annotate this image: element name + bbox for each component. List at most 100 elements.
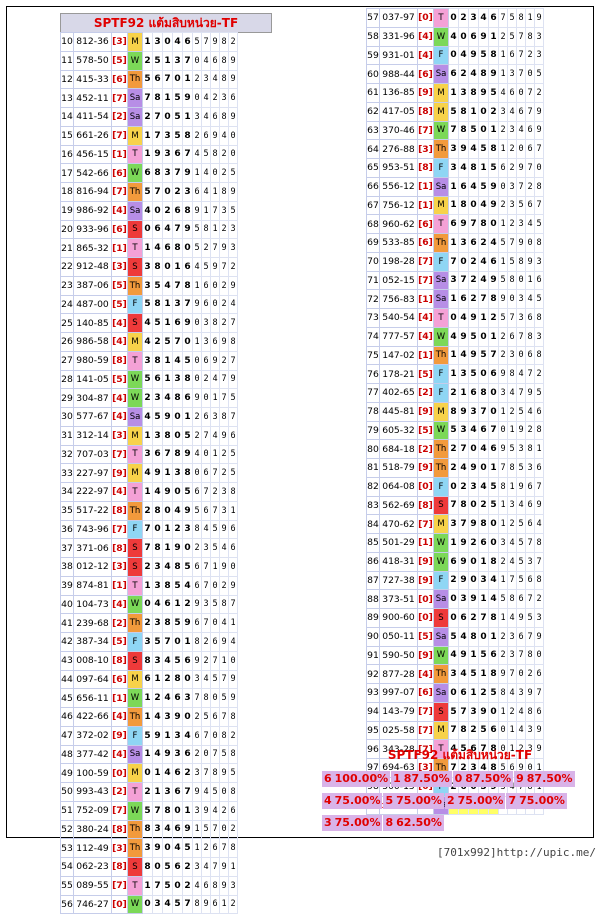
result-number: 743-96 — [73, 519, 112, 540]
stat-digit: 3 — [324, 816, 332, 829]
sequence-digit: 3 — [192, 763, 202, 783]
sequence-digit: 3 — [152, 557, 163, 577]
stat-item: 9 87.50% — [514, 771, 575, 787]
day-badge: W — [433, 420, 449, 441]
day-badge: F — [433, 158, 449, 178]
stat-digit: 0 — [454, 772, 463, 785]
sequence-digit: 7 — [219, 369, 229, 390]
table-row: 30 577-67 [4] Sa 4 5 9 0 1 2 6 3 8 7 — [60, 407, 238, 427]
row-number: 75 — [366, 345, 380, 366]
sequence-digit: 9 — [210, 125, 220, 146]
sequence-digit: 2 — [468, 270, 479, 291]
sequence-digit: 2 — [142, 500, 153, 521]
sequence-digit: 8 — [182, 463, 193, 483]
bracket-digit: [2] — [417, 383, 434, 403]
sequence-digit: 3 — [192, 800, 202, 821]
bracket-digit: [9] — [417, 645, 434, 666]
bracket-digit: [1] — [111, 575, 128, 596]
row-number: 24 — [60, 294, 74, 315]
table-row: 22 912-48 [3] S 3 8 0 1 6 4 5 9 7 2 — [60, 257, 238, 277]
table-row: 56 746-27 [0] W 0 3 4 5 7 8 9 6 1 2 — [60, 894, 238, 914]
sequence-digit: 5 — [498, 589, 508, 609]
sequence-digit: 7 — [182, 782, 193, 802]
sequence-digit: 6 — [172, 144, 183, 165]
sequence-digit: 2 — [142, 388, 153, 408]
stat-percent: 87.50% — [465, 772, 512, 785]
day-badge: W — [433, 551, 449, 572]
sequence-digit: 3 — [534, 608, 544, 628]
day-badge: F — [433, 364, 449, 384]
table-row: 54 062-23 [8] S 8 0 5 6 2 3 4 7 9 1 — [60, 857, 238, 877]
day-badge: Sa — [433, 683, 449, 703]
sequence-digit: 4 — [478, 251, 489, 272]
day-badge: Sa — [433, 589, 449, 609]
sequence-digit: 0 — [182, 332, 193, 352]
day-badge: W — [433, 26, 449, 47]
sequence-digit: 9 — [468, 45, 479, 66]
bracket-digit: [1] — [111, 238, 128, 258]
sequence-digit: 7 — [458, 439, 469, 459]
sequence-digit: 9 — [219, 557, 229, 577]
sequence-digit: 4 — [142, 463, 153, 483]
sequence-digit: 1 — [448, 233, 459, 253]
sequence-digit: 8 — [172, 557, 183, 577]
sequence-digit: 5 — [210, 538, 220, 558]
sequence-digit: 7 — [516, 645, 526, 666]
sequence-digit: 2 — [210, 482, 220, 502]
sequence-digit: 9 — [192, 594, 202, 615]
sequence-digit: 7 — [182, 894, 193, 914]
sequence-digit: 8 — [201, 219, 211, 240]
sequence-digit: 1 — [228, 857, 238, 877]
sequence-digit: 3 — [507, 626, 517, 647]
sequence-digit: 8 — [468, 83, 479, 103]
sequence-digit: 9 — [488, 195, 499, 216]
sequence-digit: 7 — [172, 332, 183, 352]
sequence-digit: 3 — [516, 308, 526, 328]
bracket-digit: [7] — [417, 270, 434, 291]
stat-item: 2 75.00% — [444, 793, 506, 809]
bracket-digit: [5] — [111, 294, 128, 315]
row-number: 38 — [60, 557, 74, 577]
sequence-digit: 8 — [228, 744, 238, 765]
bracket-digit: [7] — [111, 800, 128, 821]
sequence-digit: 4 — [192, 444, 202, 465]
sequence-digit: 9 — [219, 238, 229, 258]
sequence-digit: 7 — [498, 8, 508, 28]
sequence-digit: 7 — [525, 626, 535, 647]
sequence-digit: 9 — [478, 83, 489, 103]
sequence-digit: 0 — [525, 233, 535, 253]
sequence-digit: 3 — [516, 289, 526, 309]
result-number: 993-43 — [73, 782, 112, 802]
sequence-digit: 9 — [182, 88, 193, 108]
sequence-digit: 6 — [172, 782, 183, 802]
stat-percent: 100.00% — [334, 772, 389, 785]
sequence-digit: 8 — [488, 45, 499, 66]
sequence-digit: 0 — [228, 144, 238, 165]
sequence-digit: 9 — [534, 626, 544, 647]
row-number: 14 — [60, 107, 74, 127]
sequence-digit: 9 — [219, 632, 229, 652]
sequence-digit: 1 — [162, 463, 173, 483]
row-number: 83 — [366, 495, 380, 516]
sequence-digit: 2 — [525, 176, 535, 197]
sequence-digit: 2 — [182, 763, 193, 783]
sequence-digit: 0 — [152, 200, 163, 221]
sequence-digit: 2 — [498, 551, 508, 572]
sequence-digit: 8 — [152, 257, 163, 277]
table-row: 48 377-42 [4] Sa 1 4 9 3 6 2 0 7 5 8 — [60, 744, 238, 765]
sequence-digit: 1 — [210, 444, 220, 465]
sequence-digit: 3 — [201, 594, 211, 615]
result-number: 062-23 — [73, 857, 112, 877]
table-row: 20 933-96 [6] S 0 6 4 7 9 5 8 1 2 3 — [60, 219, 238, 240]
sequence-digit: 7 — [525, 83, 535, 103]
sequence-digit: 3 — [219, 482, 229, 502]
sequence-digit: 6 — [172, 763, 183, 783]
sequence-digit: 9 — [152, 725, 163, 746]
stat-digit: 1 — [393, 772, 401, 785]
result-number: 542-66 — [73, 163, 112, 183]
sequence-digit: 8 — [192, 894, 202, 914]
sequence-digit: 6 — [152, 219, 163, 240]
stat-digit: 6 — [324, 772, 332, 785]
sequence-digit: 4 — [152, 594, 163, 615]
sequence-digit: 7 — [228, 350, 238, 371]
